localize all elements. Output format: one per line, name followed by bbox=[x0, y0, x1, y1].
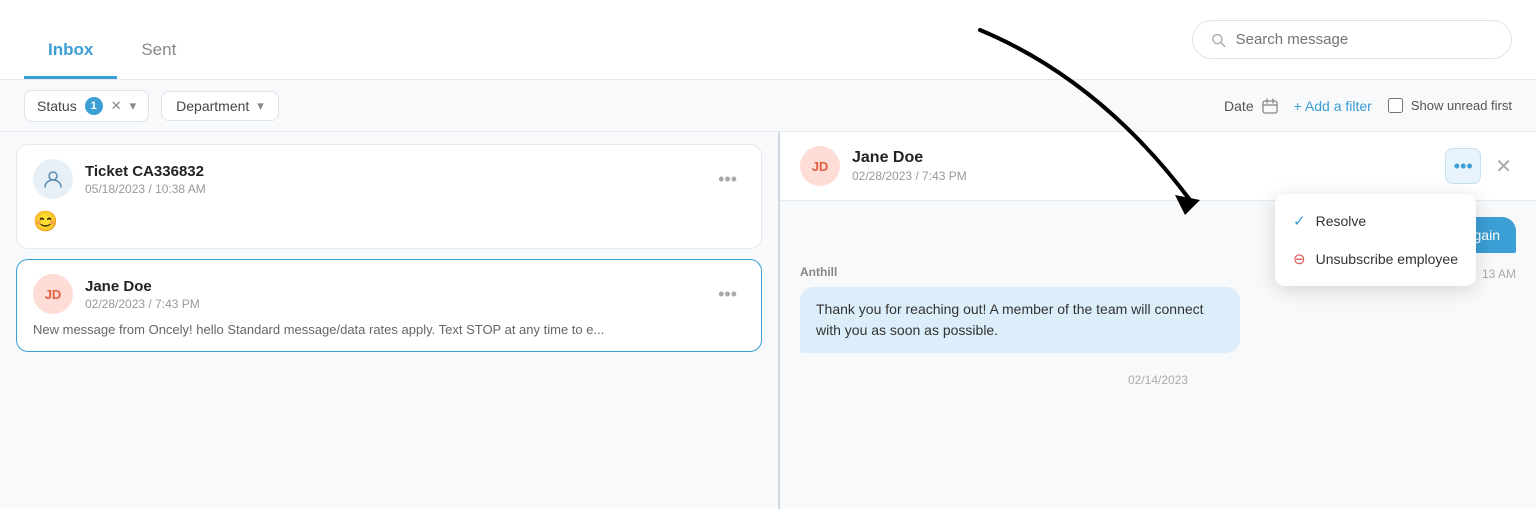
detail-date: 02/28/2023 / 7:43 PM bbox=[852, 169, 967, 183]
search-box bbox=[1192, 20, 1512, 59]
jane-card-header: JD Jane Doe 02/28/2023 / 7:43 PM ••• bbox=[33, 274, 745, 314]
ticket-date: 05/18/2023 / 10:38 AM bbox=[85, 182, 206, 196]
status-close-icon[interactable]: ✕ bbox=[111, 98, 122, 114]
add-filter-button[interactable]: + Add a filter bbox=[1294, 98, 1372, 114]
context-menu-resolve[interactable]: ✓ Resolve bbox=[1275, 202, 1476, 240]
context-menu: ✓ Resolve ⊖ Unsubscribe employee bbox=[1275, 194, 1476, 286]
tab-inbox[interactable]: Inbox bbox=[24, 0, 117, 79]
avatar-jane: JD bbox=[33, 274, 73, 314]
search-icon bbox=[1211, 32, 1226, 48]
filter-left: Status 1 ✕ ▾ Department ▾ bbox=[24, 90, 279, 122]
detail-more-button[interactable]: ••• bbox=[1445, 148, 1481, 184]
department-filter[interactable]: Department ▾ bbox=[161, 91, 279, 121]
jane-date: 02/28/2023 / 7:43 PM bbox=[85, 297, 200, 311]
detail-avatar: JD bbox=[800, 146, 840, 186]
tab-sent[interactable]: Sent bbox=[117, 0, 200, 79]
message-card-jane[interactable]: JD Jane Doe 02/28/2023 / 7:43 PM ••• New… bbox=[16, 259, 762, 352]
main-content: Ticket CA336832 05/18/2023 / 10:38 AM ••… bbox=[0, 132, 1536, 509]
calendar-icon bbox=[1262, 98, 1278, 114]
message-list: Ticket CA336832 05/18/2023 / 10:38 AM ••… bbox=[0, 132, 780, 509]
jane-title: Jane Doe bbox=[85, 278, 200, 295]
message-card-ticket[interactable]: Ticket CA336832 05/18/2023 / 10:38 AM ••… bbox=[16, 144, 762, 249]
ticket-title: Ticket CA336832 bbox=[85, 163, 206, 180]
context-menu-unsubscribe[interactable]: ⊖ Unsubscribe employee bbox=[1275, 240, 1476, 278]
resolve-label: Resolve bbox=[1316, 213, 1367, 229]
jane-preview: New message from Oncely! hello Standard … bbox=[33, 322, 745, 337]
anthill-sender-label: Anthill bbox=[800, 265, 837, 279]
show-unread-checkbox[interactable] bbox=[1388, 98, 1403, 113]
detail-name: Jane Doe bbox=[852, 149, 967, 167]
unsubscribe-label: Unsubscribe employee bbox=[1316, 251, 1458, 267]
search-input[interactable] bbox=[1236, 31, 1493, 48]
jane-more-button[interactable]: ••• bbox=[710, 280, 745, 309]
anthill-time: 13 AM bbox=[1482, 267, 1516, 281]
message-detail: JD Jane Doe 02/28/2023 / 7:43 PM ••• ✕ ↩… bbox=[780, 132, 1536, 509]
top-bar: Inbox Sent bbox=[0, 0, 1536, 80]
show-unread-filter[interactable]: Show unread first bbox=[1388, 98, 1512, 113]
filter-right: Date + Add a filter Show unread first bbox=[1224, 98, 1512, 114]
status-filter[interactable]: Status 1 ✕ ▾ bbox=[24, 90, 149, 122]
status-count-badge: 1 bbox=[85, 97, 103, 115]
ticket-more-button[interactable]: ••• bbox=[710, 165, 745, 194]
detail-close-button[interactable]: ✕ bbox=[1491, 150, 1516, 183]
message-card-header: Ticket CA336832 05/18/2023 / 10:38 AM ••… bbox=[33, 159, 745, 199]
date-label: Date bbox=[1224, 98, 1254, 114]
unsubscribe-icon: ⊖ bbox=[1293, 250, 1306, 268]
tabs: Inbox Sent bbox=[24, 0, 200, 79]
date-filter[interactable]: Date bbox=[1224, 98, 1278, 114]
status-chevron-icon[interactable]: ▾ bbox=[130, 98, 137, 114]
status-filter-label: Status bbox=[37, 98, 77, 114]
show-unread-label: Show unread first bbox=[1411, 98, 1512, 113]
ticket-emoji: 😊 bbox=[33, 209, 745, 234]
department-label: Department bbox=[176, 98, 249, 114]
detail-header: JD Jane Doe 02/28/2023 / 7:43 PM ••• ✕ bbox=[780, 132, 1536, 201]
chat-date-divider: 02/14/2023 bbox=[800, 373, 1516, 387]
avatar-ticket bbox=[33, 159, 73, 199]
chat-bubble-anthill: Thank you for reaching out! A member of … bbox=[800, 287, 1240, 353]
dept-chevron-icon[interactable]: ▾ bbox=[257, 98, 264, 114]
check-icon: ✓ bbox=[1293, 212, 1306, 230]
filter-bar: Status 1 ✕ ▾ Department ▾ Date + Add a f… bbox=[0, 80, 1536, 132]
